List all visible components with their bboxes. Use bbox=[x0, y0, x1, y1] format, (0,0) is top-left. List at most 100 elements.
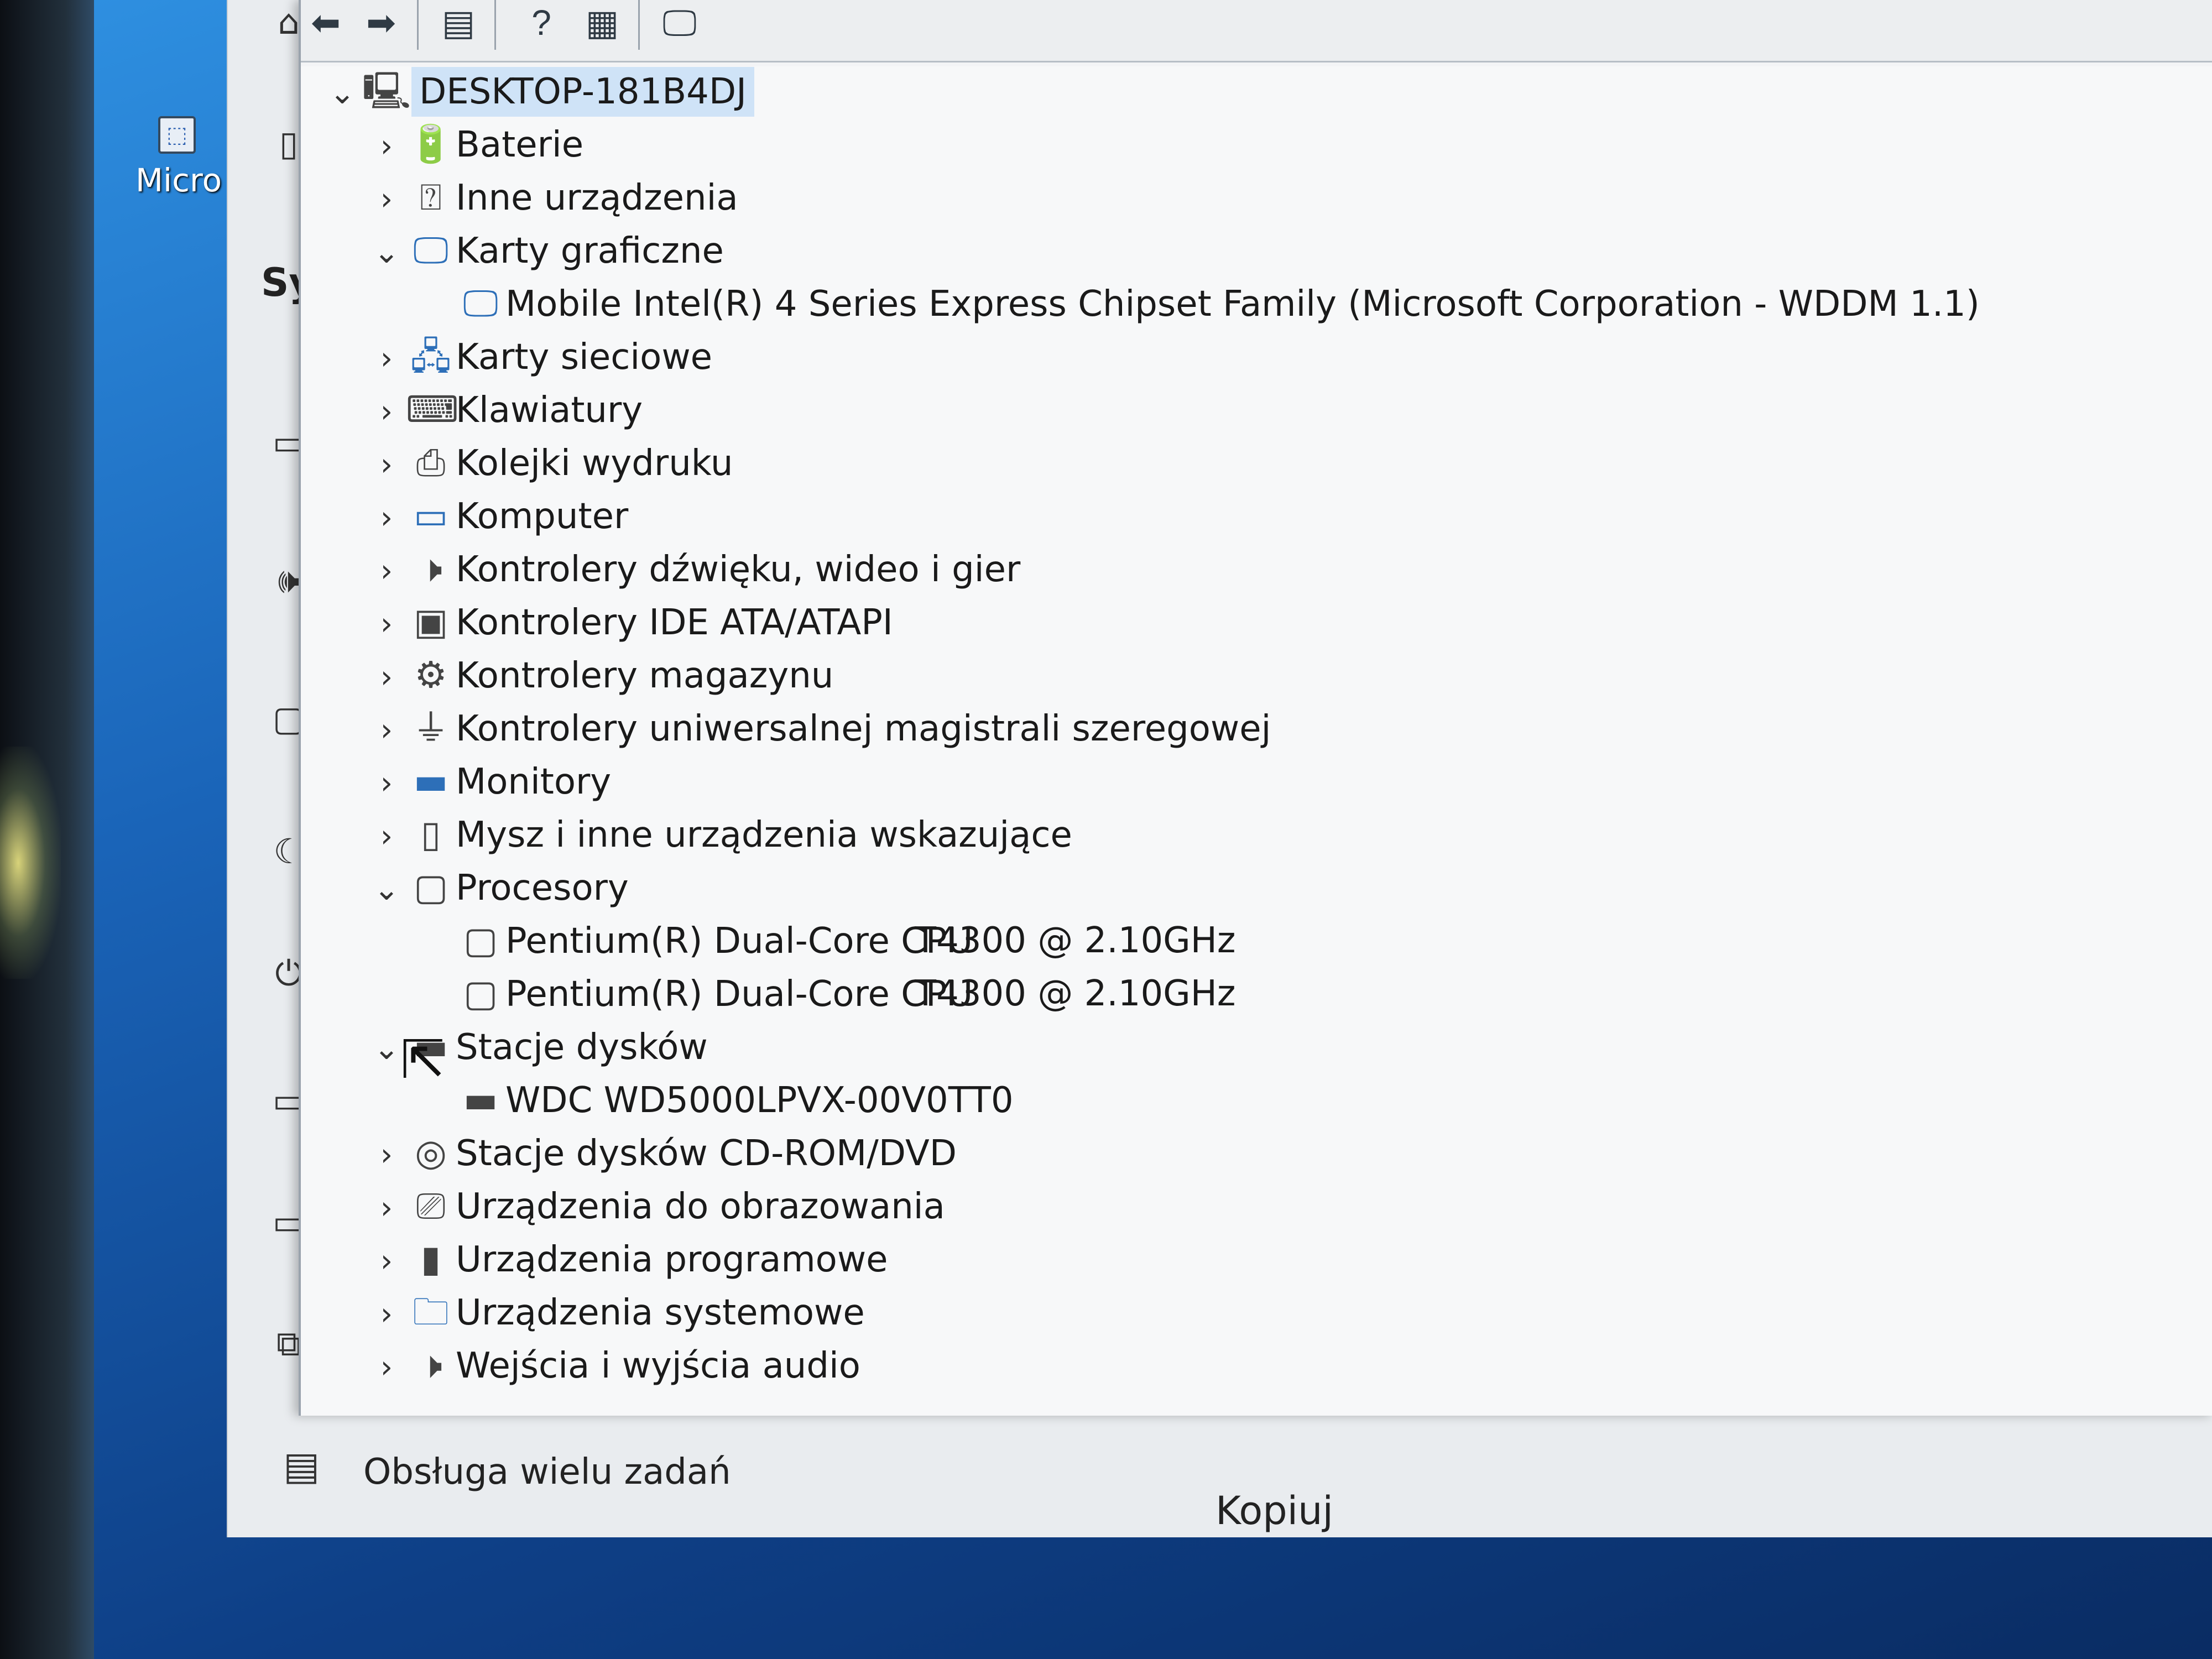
tree-item-label: Kolejki wydruku bbox=[456, 443, 733, 484]
tree-item-label: Monitory bbox=[456, 761, 612, 802]
tree-item-label: Urządzenia systemowe bbox=[456, 1292, 865, 1333]
tree-child-gpu[interactable]: 🖵 Mobile Intel(R) 4 Series Express Chipse… bbox=[417, 279, 1980, 328]
chevron-right-icon[interactable]: › bbox=[367, 546, 406, 596]
storage-controller-icon: ⚙ bbox=[414, 654, 447, 696]
tree-item-obrazowanie[interactable]: › ⎚ Urządzenia do obrazowania bbox=[367, 1181, 945, 1231]
tree-item-dzwiek[interactable]: › 🕨 Kontrolery dźwięku, wideo i gier bbox=[367, 544, 1020, 594]
tree-item-ide[interactable]: › ▣ Kontrolery IDE ATA/ATAPI bbox=[367, 597, 893, 647]
tree-item-baterie[interactable]: › 🔋Baterie bbox=[367, 119, 583, 169]
tree-item-label: Kontrolery IDE ATA/ATAPI bbox=[456, 602, 893, 643]
tree-item-label: Klawiatury bbox=[456, 390, 643, 431]
bezel-reflection bbox=[0, 747, 61, 979]
chevron-down-icon[interactable]: ⌄ bbox=[367, 865, 406, 915]
tree-item-systemowe[interactable]: › 🗀 Urządzenia systemowe bbox=[367, 1287, 865, 1337]
tree-item-label: Karty graficzne bbox=[456, 231, 724, 272]
tree-child-cpu-2[interactable]: ▢ Pentium(R) Dual-Core CPU T4300 @ 2.10GH… bbox=[417, 969, 1236, 1019]
chevron-right-icon[interactable]: › bbox=[367, 1237, 406, 1286]
device-tree: ⌄ 🖳 DESKTOP-181B4DJ › 🔋Baterie › ⍰ Inne urząd… bbox=[301, 66, 2212, 1416]
chevron-right-icon[interactable]: › bbox=[367, 122, 406, 171]
multitasking-label[interactable]: Obsługa wielu zadań bbox=[363, 1452, 731, 1493]
tree-child-cpu-1[interactable]: ▢ Pentium(R) Dual-Core CPU T4300 @ 2.10GH… bbox=[417, 916, 1236, 966]
disk-drive-icon: ▬ bbox=[463, 1078, 498, 1121]
chevron-right-icon[interactable]: › bbox=[367, 653, 406, 702]
tree-item-magazyn[interactable]: › ⚙ Kontrolery magazynu bbox=[367, 650, 834, 702]
chevron-down-icon[interactable]: ⌄ bbox=[367, 228, 406, 278]
back-arrow-icon[interactable]: ⬅ bbox=[301, 0, 351, 44]
camera-icon: ⎚ bbox=[416, 1185, 446, 1227]
chevron-right-icon[interactable]: › bbox=[367, 706, 406, 755]
audio-io-icon: 🕨 bbox=[419, 1344, 442, 1386]
tree-item-karty-sieciowe[interactable]: › 🖧 Karty sieciowe bbox=[367, 332, 712, 382]
unknown-device-icon: ⍰ bbox=[420, 176, 442, 218]
system-folder-icon: 🗀 bbox=[413, 1291, 449, 1333]
tree-item-klawiatury[interactable]: › ⌨Klawiatury bbox=[367, 385, 643, 435]
tree-item-usb[interactable]: › ⏚ Kontrolery uniwersalnej magistrali sze… bbox=[367, 703, 1271, 753]
cpu-name: Pentium(R) Dual-Core CPU bbox=[505, 974, 973, 1015]
tree-item-mysz[interactable]: › ▯ Mysz i inne urządzenia wskazujące bbox=[367, 810, 1072, 859]
chevron-right-icon[interactable]: › bbox=[367, 599, 406, 649]
tree-item-monitory[interactable]: › ▬ Monitory bbox=[367, 757, 611, 806]
tree-item-programowe[interactable]: › ▮ Urządzenia programowe bbox=[367, 1234, 888, 1284]
tree-item-label: Kontrolery dźwięku, wideo i gier bbox=[456, 549, 1021, 590]
toolbar: ⬅ ➡ ▤ ? ▦ 🖵 bbox=[301, 0, 2212, 62]
tree-item-karty-graficzne[interactable]: ⌄ 🖵 Karty graficzne bbox=[367, 226, 724, 275]
tree-child-disk[interactable]: ▬ WDC WD5000LPVX-00V0TT0 bbox=[417, 1075, 1014, 1125]
tree-child-label: Mobile Intel(R) 4 Series Express Chipset… bbox=[505, 284, 1980, 325]
tree-root[interactable]: ⌄ 🖳 DESKTOP-181B4DJ bbox=[323, 66, 755, 118]
toolbar-separator bbox=[638, 0, 640, 50]
chevron-right-icon[interactable]: › bbox=[367, 1290, 406, 1339]
multitasking-nav-icon[interactable]: ▤ bbox=[283, 1443, 320, 1489]
tree-root-label: DESKTOP-181B4DJ bbox=[411, 67, 755, 117]
processor-icon: ▢ bbox=[463, 919, 498, 962]
chevron-down-icon[interactable]: ⌄ bbox=[323, 69, 362, 118]
tree-item-label: Urządzenia programowe bbox=[456, 1239, 888, 1280]
desktop-shortcut-label: Micro bbox=[135, 161, 222, 199]
desktop-shortcut[interactable]: ⬚ Micro bbox=[135, 116, 222, 199]
tree-item-cdrom[interactable]: › ◎ Stacje dysków CD-ROM/DVD bbox=[367, 1128, 957, 1178]
network-adapter-icon: 🖧 bbox=[410, 335, 451, 378]
speaker-icon: 🕨 bbox=[419, 547, 442, 590]
computer-root-icon: 🖳 bbox=[362, 70, 411, 112]
chevron-right-icon[interactable]: › bbox=[367, 440, 406, 490]
tree-item-label: Urządzenia do obrazowania bbox=[456, 1186, 945, 1227]
usb-icon: ⏚ bbox=[413, 707, 449, 749]
mouse-cursor-icon: ⇱ bbox=[400, 1029, 445, 1091]
chevron-right-icon[interactable]: › bbox=[367, 812, 406, 862]
tree-item-audio[interactable]: › 🕨 Wejścia i wyjścia audio bbox=[367, 1340, 860, 1390]
tree-item-kolejki[interactable]: › ⎙ Kolejki wydruku bbox=[367, 438, 733, 488]
cdrom-icon: ◎ bbox=[415, 1131, 447, 1174]
forward-arrow-icon[interactable]: ➡ bbox=[356, 0, 406, 44]
tree-item-procesory[interactable]: ⌄ ▢ Procesory bbox=[367, 863, 629, 912]
chevron-right-icon[interactable]: › bbox=[367, 1130, 406, 1180]
tree-item-label: Karty sieciowe bbox=[456, 337, 713, 378]
chevron-right-icon[interactable]: › bbox=[367, 1183, 406, 1233]
mouse-icon: ▯ bbox=[420, 813, 441, 855]
tree-item-label: Wejścia i wyjścia audio bbox=[456, 1345, 860, 1386]
cpu-name: Pentium(R) Dual-Core CPU bbox=[505, 921, 973, 962]
tree-item-inne[interactable]: › ⍰ Inne urządzenia bbox=[367, 173, 738, 222]
display-adapter-icon: 🖵 bbox=[463, 282, 498, 325]
processor-icon: ▢ bbox=[413, 866, 448, 909]
chevron-right-icon[interactable]: › bbox=[367, 175, 406, 225]
tree-item-label: Kontrolery magazynu bbox=[456, 655, 834, 696]
tree-item-komputer[interactable]: › ▭ Komputer bbox=[367, 491, 628, 541]
computer-icon: ▭ bbox=[413, 494, 448, 537]
tree-item-label: Inne urządzenia bbox=[456, 178, 738, 218]
chevron-right-icon[interactable]: › bbox=[367, 334, 406, 384]
view-icon[interactable]: ▦ bbox=[577, 0, 627, 44]
copy-button[interactable]: Kopiuj bbox=[1212, 1488, 1337, 1534]
scan-hardware-icon[interactable]: 🖵 bbox=[655, 0, 705, 44]
monitor-icon: ▬ bbox=[413, 760, 448, 802]
chevron-right-icon[interactable]: › bbox=[367, 759, 406, 808]
tree-item-label: Kontrolery uniwersalnej magistrali szere… bbox=[456, 708, 1271, 749]
chevron-right-icon[interactable]: › bbox=[367, 493, 406, 543]
tree-item-label: Procesory bbox=[456, 868, 629, 909]
tree-item-label: Baterie bbox=[456, 124, 584, 165]
tree-item-label: Mysz i inne urządzenia wskazujące bbox=[456, 815, 1072, 855]
tree-child-label: WDC WD5000LPVX-00V0TT0 bbox=[505, 1080, 1014, 1121]
help-icon[interactable]: ? bbox=[517, 0, 566, 44]
properties-icon[interactable]: ▤ bbox=[434, 0, 483, 44]
toolbar-separator bbox=[494, 0, 496, 50]
chevron-right-icon[interactable]: › bbox=[367, 1343, 406, 1392]
chevron-right-icon[interactable]: › bbox=[367, 387, 406, 437]
